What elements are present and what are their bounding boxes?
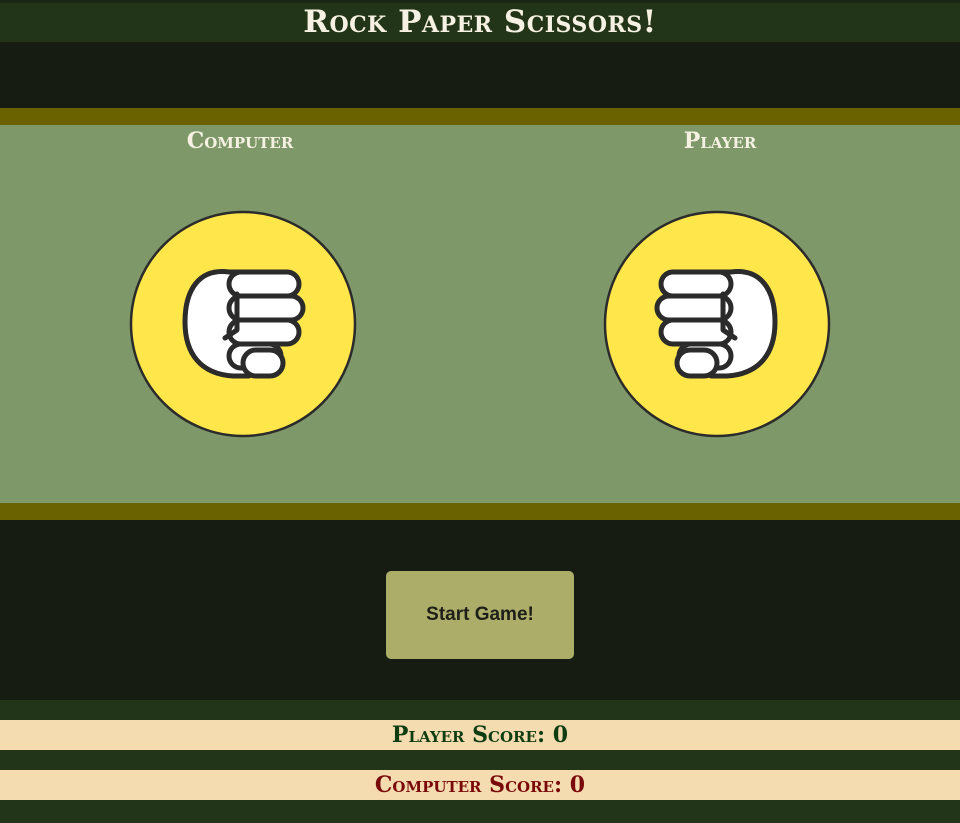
arena-top-stripe [0, 108, 960, 125]
game-page: Rock Paper Scissors! Computer Player Sta… [0, 0, 960, 823]
player-score: Player Score: 0 [0, 720, 960, 750]
computer-label: Computer [186, 128, 294, 154]
start-game-button[interactable]: Start Game! [386, 571, 574, 659]
computer-rock-fist-icon [129, 210, 357, 438]
arena-panel: Computer Player [0, 125, 960, 503]
computer-score: Computer Score: 0 [0, 770, 960, 800]
player-rock-fist-icon [603, 210, 831, 438]
header-bar: Rock Paper Scissors! [0, 0, 960, 42]
page-title: Rock Paper Scissors! [303, 4, 657, 40]
player-label: Player [683, 128, 757, 154]
arena-bottom-stripe [0, 503, 960, 520]
top-spacer-band [0, 42, 960, 108]
